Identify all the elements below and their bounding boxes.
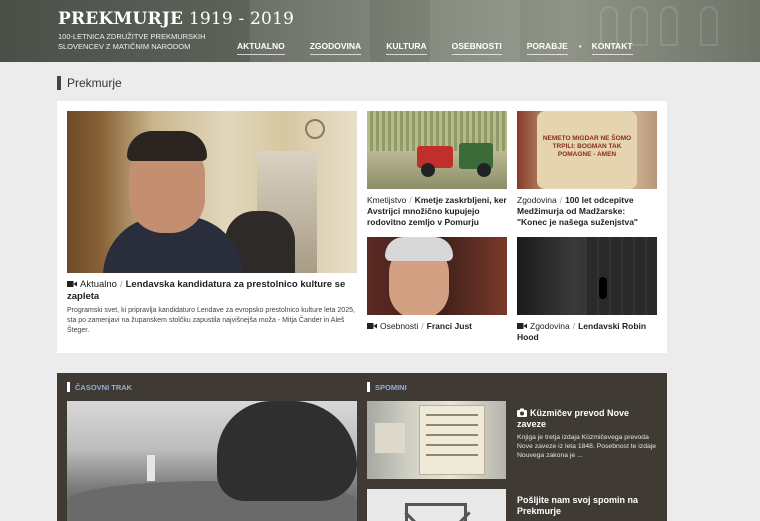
article-image-osebnosti[interactable] <box>367 237 507 315</box>
header-arch-decor <box>600 6 618 46</box>
article-caption[interactable]: Zgodovina/100 let odcepitve Medžimurja o… <box>517 195 657 228</box>
video-camera-icon <box>67 281 77 287</box>
category-separator: / <box>409 195 412 205</box>
image-wheel-shape <box>421 163 435 177</box>
article-image-robin-hood[interactable] <box>517 237 657 315</box>
video-camera-icon <box>367 323 377 329</box>
article-title[interactable]: Franci Just <box>427 321 472 331</box>
article-image-kmetijstvo[interactable] <box>367 111 507 189</box>
memory-item-title-text[interactable]: Küzmičev prevod Nove zaveze <box>517 408 629 429</box>
category-separator: / <box>572 321 576 331</box>
image-note-shape <box>375 423 405 453</box>
site-logo-title[interactable]: PREKMURJE 1919 - 2019 <box>58 9 294 29</box>
send-memory-image[interactable] <box>367 489 506 521</box>
timeline-label-text: ČASOVNI TRAK <box>75 382 133 392</box>
nav-separator-dot: • <box>578 42 582 51</box>
image-tree-shape <box>217 401 357 501</box>
image-lamp-shape <box>305 119 325 139</box>
category-separator: / <box>421 321 424 331</box>
article-caption[interactable]: Kmetijstvo / Kmetje zaskrbljeni, ker Avstr… <box>367 195 507 228</box>
memories-label-text: SPOMINI <box>375 382 407 392</box>
logo-title-bold: PREKMURJE <box>58 9 184 29</box>
image-church-shape <box>147 455 155 481</box>
memory-image-book[interactable] <box>367 401 506 479</box>
article-category[interactable]: Zgodovina <box>517 195 557 205</box>
memories-label[interactable]: SPOMINI <box>367 382 407 392</box>
photo-camera-icon <box>517 408 527 417</box>
image-wheel-shape <box>477 163 491 177</box>
image-hair-shape <box>385 237 453 261</box>
section-heading-bar <box>57 76 61 90</box>
image-wall-shape <box>587 237 657 315</box>
nav-kultura[interactable]: KULTURA <box>386 41 427 55</box>
site-header: PREKMURJE 1919 - 2019 100-LETNICA ZDRUŽI… <box>0 0 760 62</box>
section-title: Prekmurje <box>67 76 122 90</box>
article-caption[interactable]: Zgodovina / Lendavski Robin Hood <box>517 321 657 343</box>
image-hair-shape <box>127 131 207 161</box>
timeline-image[interactable] <box>67 401 357 521</box>
image-figure-shape <box>599 277 607 299</box>
header-arch-decor <box>660 6 678 46</box>
article-caption[interactable]: Osebnosti / Franci Just <box>367 321 507 332</box>
featured-article-caption[interactable]: Aktualno / Lendavska kandidatura za presto… <box>67 279 357 303</box>
memory-item-title[interactable]: Küzmičev prevod Nove zaveze <box>517 408 657 430</box>
featured-article-image[interactable] <box>67 111 357 273</box>
article-image-zgodovina-jar[interactable]: NEMETO MIGDAR NE ŠOMO TRPILI: BOGMAN TAK… <box>517 111 657 189</box>
main-nav: AKTUALNO ZGODOVINA KULTURA OSEBNOSTI POR… <box>237 41 658 55</box>
article-category[interactable]: Zgodovina <box>530 321 570 331</box>
image-jar-label: NEMETO MIGDAR NE ŠOMO TRPILI: BOGMAN TAK… <box>542 135 632 158</box>
image-book-shape <box>419 405 485 475</box>
video-camera-icon <box>517 323 527 329</box>
header-arch-decor <box>700 6 718 46</box>
nav-osebnosti[interactable]: OSEBNOSTI <box>451 41 502 55</box>
category-separator: / <box>559 195 563 205</box>
nav-aktualno[interactable]: AKTUALNO <box>237 41 285 55</box>
envelope-icon <box>405 503 467 521</box>
featured-article-description: Programski svet, ki pripravlja kandidatu… <box>67 307 355 334</box>
section-heading: Prekmurje <box>57 76 122 90</box>
featured-category[interactable]: Aktualno <box>80 279 117 290</box>
article-category[interactable]: Osebnosti <box>380 321 418 331</box>
memory-item-text: Knjiga je tretja izdaja Küzmičevega prev… <box>517 434 657 459</box>
send-memory-title[interactable]: Pošljite nam svoj spomin na Prekmurje <box>517 495 657 517</box>
label-bar <box>67 382 70 392</box>
nav-kontakt[interactable]: KONTAKT <box>591 41 633 55</box>
header-arch-decor <box>630 6 648 46</box>
category-separator: / <box>119 279 123 290</box>
nav-zgodovina[interactable]: ZGODOVINA <box>309 41 362 55</box>
label-bar <box>367 382 370 392</box>
nav-porabje[interactable]: PORABJE <box>526 41 568 55</box>
article-category[interactable]: Kmetijstvo <box>367 195 406 205</box>
logo-title-years: 1919 - 2019 <box>188 9 295 29</box>
timeline-label[interactable]: ČASOVNI TRAK <box>67 382 132 392</box>
site-subtitle: 100-LETNICA ZDRUŽITVE PREKMURSKIH SLOVEN… <box>58 32 206 51</box>
